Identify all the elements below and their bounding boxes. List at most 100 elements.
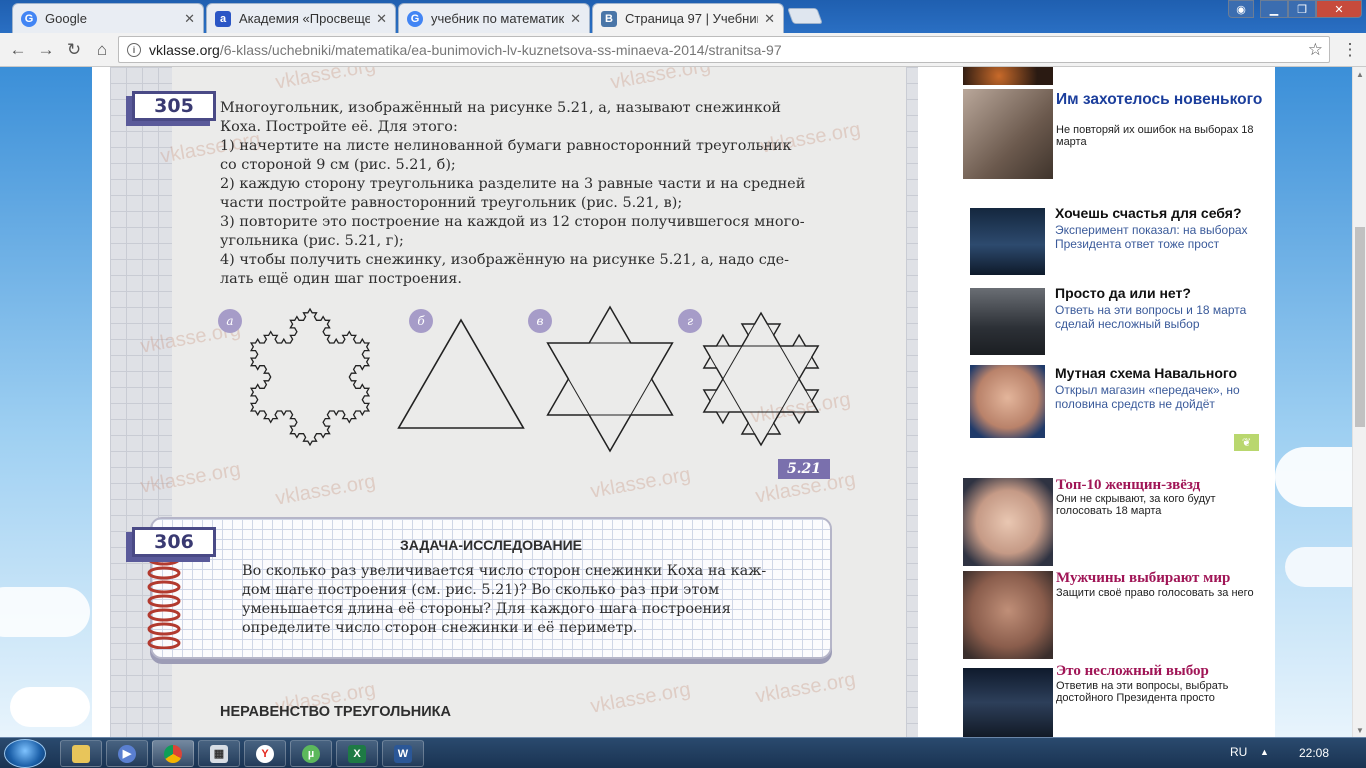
scroll-down-icon[interactable]: ▼ — [1353, 723, 1366, 737]
tab-title: учебник по математике — [431, 11, 565, 26]
koch-snowflake-step3 — [249, 307, 371, 447]
snowflake-outline — [702, 311, 820, 447]
ad-description[interactable]: Ответив на эти вопросы, выбрать достойно… — [1056, 680, 1256, 704]
page-viewport: vklasse.org vklasse.org vklasse.org vkla… — [0, 67, 1352, 737]
taskbar-word[interactable]: W — [382, 740, 424, 767]
ad-title[interactable]: Мутная схема Навального — [1055, 365, 1265, 381]
ad-description[interactable]: Эксперимент показал: на выборах Президен… — [1055, 223, 1255, 251]
media-player-icon: ▶ — [118, 744, 136, 763]
ad-title[interactable]: Топ-10 женщин-звёзд — [1056, 477, 1266, 494]
taskbar-chrome[interactable] — [152, 740, 194, 767]
problem-line: Во сколько раз увеличивается число сторо… — [242, 563, 767, 579]
reload-icon[interactable]: ↻ — [62, 38, 86, 62]
close-icon[interactable]: ✕ — [376, 11, 387, 27]
tab-strip: G Google ✕ а Академия «Просвещение» ✕ G … — [0, 0, 1366, 33]
start-button[interactable] — [4, 739, 46, 768]
clock[interactable]: 22:08 — [1299, 746, 1329, 760]
page-scrollbar[interactable]: ▲ ▼ — [1352, 67, 1366, 737]
construction-line — [703, 345, 762, 446]
cloud-decoration — [10, 687, 90, 727]
koch-snowflake-step1 — [546, 305, 674, 453]
ad-description[interactable]: Открыл магазин «передачек», но половина … — [1055, 383, 1255, 411]
ad-thumbnail[interactable] — [963, 478, 1053, 566]
calculator-icon: ▦ — [210, 744, 228, 763]
tab-google[interactable]: G Google ✕ — [12, 3, 204, 33]
tray-expand-icon[interactable]: ▲ — [1260, 747, 1269, 757]
spiral-binding-icon — [147, 552, 181, 649]
scroll-up-icon[interactable]: ▲ — [1353, 67, 1366, 81]
vk-icon: В — [601, 10, 617, 27]
leaf-icon[interactable]: ❦ — [1234, 434, 1259, 451]
ad-description[interactable]: Защити своё право голосовать за него — [1056, 587, 1256, 599]
taskbar-yandex[interactable]: Y — [244, 740, 286, 767]
close-window-button[interactable]: ✕ — [1316, 0, 1362, 18]
forward-icon[interactable]: → — [34, 38, 58, 62]
construction-line — [609, 342, 673, 452]
koch-snowflake-step0 — [397, 318, 525, 429]
bookmark-star-icon[interactable]: ☆ — [1308, 40, 1323, 60]
cloud-decoration — [0, 587, 90, 637]
cloud-decoration — [1275, 447, 1352, 507]
ad-description[interactable]: Ответь на эти вопросы и 18 марта сделай … — [1055, 303, 1255, 331]
ad-thumbnail[interactable] — [970, 365, 1045, 438]
ad-thumbnail[interactable] — [963, 67, 1053, 85]
academy-icon: а — [215, 10, 231, 27]
taskbar-media-player[interactable]: ▶ — [106, 740, 148, 767]
cloud-decoration — [1285, 547, 1352, 587]
minimize-button[interactable]: ▁ — [1260, 0, 1288, 18]
problem-number-306: 306 — [132, 527, 216, 557]
menu-icon[interactable]: ⋮ — [1340, 40, 1360, 60]
tab-search[interactable]: G учебник по математике ✕ — [398, 3, 590, 33]
ad-title[interactable]: Это несложный выбор — [1056, 663, 1266, 680]
ad-title[interactable]: Просто да или нет? — [1055, 285, 1265, 301]
tab-academy[interactable]: а Академия «Просвещение» ✕ — [206, 3, 396, 33]
google-icon: G — [407, 10, 423, 27]
torrent-icon: µ — [302, 744, 320, 763]
ad-title[interactable]: Хочешь счастья для себя? — [1055, 205, 1265, 221]
yandex-icon: Y — [256, 744, 274, 763]
triangle-outline — [397, 318, 525, 429]
taskbar-torrent[interactable]: µ — [290, 740, 332, 767]
ad-description[interactable]: Они не скрывают, за кого будут голосоват… — [1056, 493, 1256, 517]
close-icon[interactable]: ✕ — [764, 11, 775, 27]
ad-thumbnail[interactable] — [970, 288, 1045, 355]
snowflake-outline — [249, 307, 371, 447]
research-heading: ЗАДАЧА-ИССЛЕДОВАНИЕ — [399, 537, 583, 553]
url-path: /6-klass/uchebniki/matematika/ea-bunimov… — [219, 41, 782, 58]
textbook-page: vklasse.org vklasse.org vklasse.org vkla… — [110, 67, 918, 737]
folder-icon — [72, 744, 90, 763]
ad-title[interactable]: Мужчины выбирают мир — [1056, 570, 1266, 587]
home-icon[interactable]: ⌂ — [90, 38, 114, 62]
ad-thumbnail[interactable] — [963, 89, 1053, 179]
ads-column: Им захотелось новенького Не повторяй их … — [940, 67, 1275, 737]
tab-title: Google — [45, 11, 87, 26]
word-icon: W — [394, 744, 412, 763]
tab-title: Академия «Просвещение» — [239, 11, 371, 26]
google-icon: G — [21, 10, 37, 27]
ad-thumbnail[interactable] — [963, 668, 1053, 737]
new-tab-button[interactable] — [787, 8, 823, 24]
taskbar-calculator[interactable]: ▦ — [198, 740, 240, 767]
chrome-icon — [164, 744, 182, 763]
back-icon[interactable]: ← — [6, 38, 30, 62]
ad-thumbnail[interactable] — [963, 571, 1053, 659]
url-host: vklasse.org — [149, 41, 220, 58]
star-outline — [546, 305, 674, 453]
tab-active-page[interactable]: В Страница 97 | Учебник ✕ — [592, 3, 784, 33]
ad-description[interactable]: Не повторяй их ошибок на выборах 18 март… — [1056, 124, 1256, 148]
language-indicator[interactable]: RU — [1230, 745, 1247, 759]
restore-button[interactable]: ❐ — [1288, 0, 1316, 18]
scrollbar-thumb[interactable] — [1355, 227, 1365, 427]
close-icon[interactable]: ✕ — [570, 11, 581, 27]
close-icon[interactable]: ✕ — [184, 11, 195, 27]
taskbar-excel[interactable]: X — [336, 740, 378, 767]
problem-306-text: Во сколько раз увеличивается число сторо… — [242, 562, 812, 638]
section-title: НЕРАВЕНСТВО ТРЕУГОЛЬНИКА — [220, 704, 451, 720]
address-bar[interactable]: i vklasse.org/6-klass/uchebniki/matemati… — [118, 36, 1330, 63]
info-icon[interactable]: i — [127, 42, 141, 57]
ad-thumbnail[interactable] — [970, 208, 1045, 275]
user-icon[interactable]: ◉ — [1228, 0, 1254, 18]
ad-title[interactable]: Им захотелось новенького — [1056, 91, 1266, 108]
taskbar-explorer[interactable] — [60, 740, 102, 767]
construction-line — [703, 312, 762, 413]
